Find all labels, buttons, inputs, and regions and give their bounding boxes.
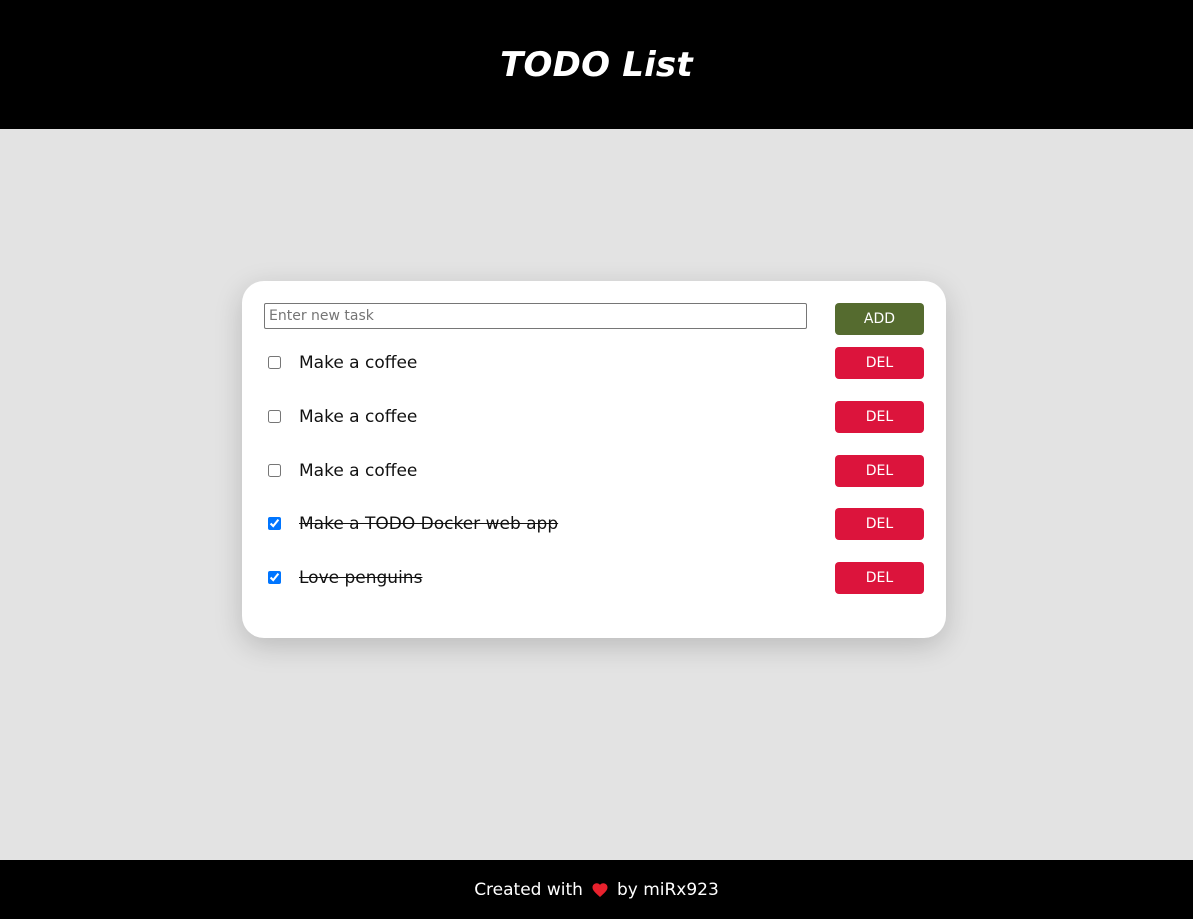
delete-button[interactable]: DEL [835, 347, 924, 379]
task-label: Make a TODO Docker web app [299, 514, 559, 534]
footer-suffix: by miRx923 [616, 879, 719, 900]
task-row: Make a TODO Docker web app DEL [264, 508, 924, 540]
task-label: Make a coffee [299, 353, 418, 373]
task-checkbox[interactable] [268, 517, 281, 530]
task-row: Love penguins DEL [264, 562, 924, 594]
add-button[interactable]: ADD [835, 303, 924, 335]
task-row: Make a coffee DEL [264, 347, 924, 379]
delete-button[interactable]: DEL [835, 562, 924, 594]
page-title: TODO List [500, 44, 693, 85]
header: TODO List [0, 0, 1193, 129]
task-row: Make a coffee DEL [264, 455, 924, 487]
footer: Created with by miRx923 [0, 860, 1193, 919]
task-checkbox[interactable] [268, 464, 281, 477]
task-checkbox[interactable] [268, 571, 281, 584]
task-row: Make a coffee DEL [264, 401, 924, 433]
delete-button[interactable]: DEL [835, 455, 924, 487]
task-label: Make a coffee [299, 407, 418, 427]
task-label: Love penguins [299, 568, 423, 588]
new-task-input[interactable] [264, 303, 807, 329]
todo-card: ADD Make a coffee DEL Make a coffee DEL … [242, 281, 946, 638]
footer-prefix: Created with [474, 879, 583, 900]
delete-button[interactable]: DEL [835, 401, 924, 433]
task-checkbox[interactable] [268, 356, 281, 369]
task-label: Make a coffee [299, 461, 418, 481]
task-checkbox[interactable] [268, 410, 281, 423]
heart-icon [591, 881, 609, 899]
delete-button[interactable]: DEL [835, 508, 924, 540]
